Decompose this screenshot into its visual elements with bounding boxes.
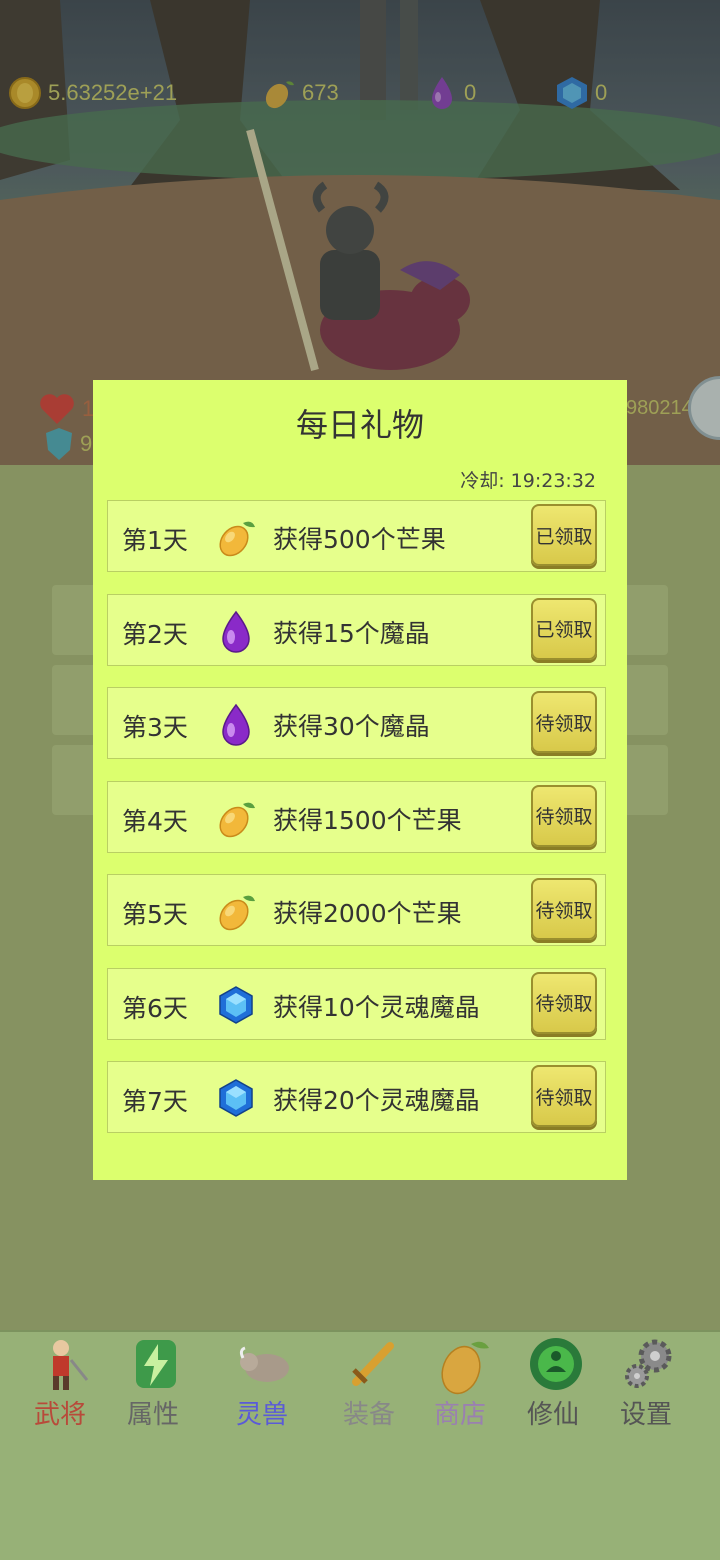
- nav-tab-label: 设置: [619, 1400, 672, 1430]
- beast-icon: [237, 1336, 293, 1392]
- nav-tab[interactable]: 装备: [324, 1332, 414, 1432]
- nav-tab-label: 商店: [433, 1400, 486, 1430]
- gift-day-label: 第1天: [122, 526, 188, 555]
- meditation-icon: [528, 1336, 584, 1392]
- gift-day-label: 第3天: [122, 713, 188, 742]
- claim-button[interactable]: 待领取: [531, 784, 597, 847]
- cooldown-time: 19:23:32: [510, 470, 596, 492]
- gift-day-label: 第7天: [122, 1087, 188, 1116]
- gift-day-label: 第5天: [122, 900, 188, 929]
- claim-button[interactable]: 已领取: [531, 504, 597, 566]
- gift-row: 第3天 获得30个魔晶 待领取: [107, 687, 606, 759]
- daily-gift-dialog: 每日礼物 冷却: 19:23:32 第1天 获得500个芒果 已领取 第2天 获得15个…: [93, 380, 627, 1180]
- nav-tab[interactable]: 属性: [108, 1332, 198, 1432]
- nav-tab[interactable]: 武将: [15, 1332, 105, 1432]
- nav-tab[interactable]: 设置: [601, 1332, 691, 1432]
- gift-description: 获得1500个芒果: [273, 805, 462, 835]
- mango-icon: [216, 796, 256, 840]
- sword-icon: [344, 1336, 400, 1392]
- claim-button[interactable]: 待领取: [531, 878, 597, 940]
- gift-description: 获得10个灵魂魔晶: [273, 992, 480, 1022]
- gift-row: 第4天 获得1500个芒果 待领取: [107, 780, 606, 853]
- gift-day-label: 第4天: [122, 806, 188, 836]
- gift-row: 第1天 获得500个芒果 已领取: [107, 500, 606, 572]
- crystal-icon: [216, 702, 256, 746]
- gift-day-label: 第6天: [122, 993, 188, 1023]
- gift-row: 第2天 获得15个魔晶 已领取: [107, 593, 606, 666]
- nav-tab-label: 灵兽: [235, 1400, 288, 1430]
- gift-description: 获得15个魔晶: [273, 618, 430, 648]
- crystal-icon: [216, 609, 256, 653]
- cooldown-label: 冷却:: [460, 470, 505, 492]
- gift-description: 获得2000个芒果: [273, 899, 462, 928]
- gift-description: 获得20个灵魂魔晶: [273, 1086, 480, 1115]
- cooldown-timer: 冷却: 19:23:32: [460, 466, 596, 493]
- mango-icon: [216, 889, 256, 933]
- claim-button[interactable]: 已领取: [531, 597, 597, 660]
- nav-tab-label: 修仙: [526, 1400, 579, 1430]
- gift-row: 第6天 获得10个灵魂魔晶 待领取: [107, 967, 606, 1040]
- soul-crystal-icon: [216, 983, 256, 1027]
- nav-tab-label: 属性: [126, 1400, 179, 1430]
- dialog-title: 每日礼物: [295, 406, 424, 444]
- warrior-icon: [35, 1336, 91, 1392]
- mango-icon: [216, 515, 256, 559]
- gift-day-label: 第2天: [122, 619, 188, 649]
- claim-button[interactable]: 待领取: [531, 971, 597, 1034]
- claim-button[interactable]: 待领取: [531, 1065, 597, 1127]
- lightning-icon: [128, 1336, 184, 1392]
- nav-tab-label: 装备: [342, 1400, 395, 1430]
- gear-icon: [621, 1336, 677, 1392]
- soul-crystal-icon: [216, 1076, 256, 1120]
- gift-description: 获得500个芒果: [273, 525, 446, 554]
- nav-tab-label: 武将: [33, 1400, 86, 1430]
- gift-description: 获得30个魔晶: [273, 712, 430, 741]
- gift-row: 第7天 获得20个灵魂魔晶 待领取: [107, 1061, 606, 1133]
- claim-button[interactable]: 待领取: [531, 691, 597, 753]
- nav-tab[interactable]: 灵兽: [217, 1332, 307, 1432]
- gift-row: 第5天 获得2000个芒果 待领取: [107, 874, 606, 946]
- nav-tab[interactable]: 修仙: [508, 1332, 598, 1432]
- bottom-nav: 武将 属性 灵兽 装备 商店 修仙 设置: [0, 1330, 720, 1560]
- mango-icon: [435, 1336, 491, 1395]
- nav-tab[interactable]: 商店: [415, 1332, 505, 1432]
